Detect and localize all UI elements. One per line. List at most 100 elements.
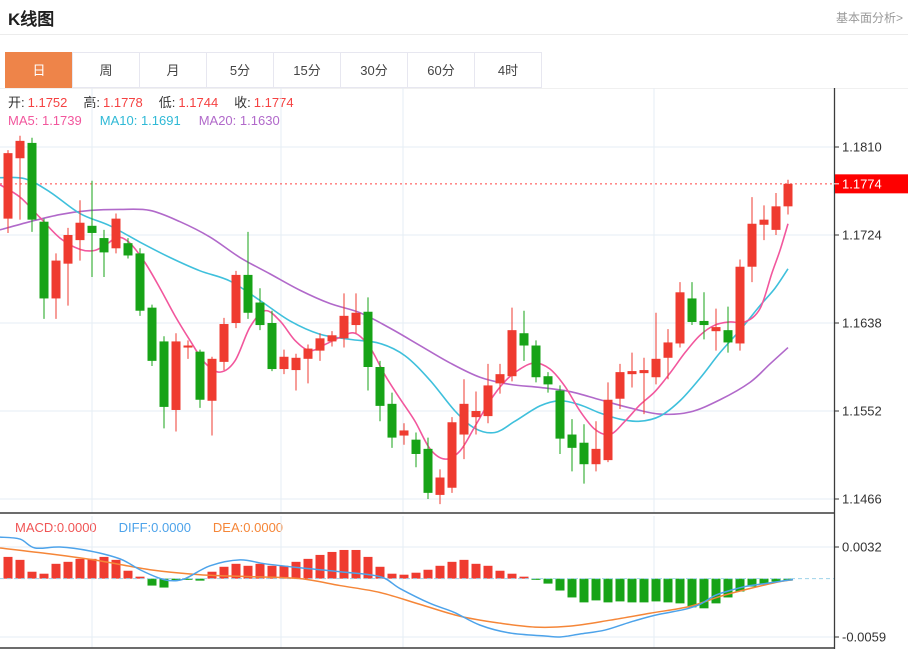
macd-bar bbox=[16, 560, 25, 579]
macd-bar bbox=[676, 579, 685, 604]
candle-body bbox=[748, 224, 757, 267]
candle-body bbox=[292, 358, 301, 370]
candle-body bbox=[328, 335, 337, 341]
candle-body bbox=[16, 141, 25, 158]
macd-bar bbox=[688, 579, 697, 608]
macd-bar bbox=[28, 572, 37, 579]
candle-body bbox=[412, 440, 421, 454]
candle-body bbox=[220, 324, 229, 362]
tab-15分[interactable]: 15分 bbox=[273, 52, 341, 88]
interval-tabs: 日周月5分15分30分60分4时 bbox=[5, 52, 542, 88]
macd-panel bbox=[0, 537, 834, 637]
macd-bar bbox=[100, 557, 109, 579]
candle-body bbox=[88, 226, 97, 233]
tab-月[interactable]: 月 bbox=[139, 52, 207, 88]
macd-bar bbox=[124, 571, 133, 579]
header-divider bbox=[0, 34, 908, 35]
tab-30分[interactable]: 30分 bbox=[340, 52, 408, 88]
tab-5分[interactable]: 5分 bbox=[206, 52, 274, 88]
candle-body bbox=[460, 404, 469, 435]
current-price-badge-label: 1.1774 bbox=[842, 176, 882, 191]
candle-body bbox=[784, 184, 793, 207]
macd-bar bbox=[628, 579, 637, 603]
macd-bar bbox=[580, 579, 589, 603]
macd-bar bbox=[616, 579, 625, 602]
candle-body bbox=[388, 404, 397, 438]
diff-line bbox=[0, 537, 793, 637]
candle-body bbox=[364, 312, 373, 367]
kline-chart[interactable]: 1.18101.17241.16381.15521.14660.0032-0.0… bbox=[0, 88, 908, 649]
candle-body bbox=[160, 341, 169, 406]
candle-body bbox=[604, 400, 613, 460]
candle-body bbox=[64, 235, 73, 264]
macd-bar bbox=[508, 574, 517, 579]
macd-bar bbox=[436, 566, 445, 579]
tab-日[interactable]: 日 bbox=[5, 52, 73, 88]
candle-body bbox=[448, 422, 457, 487]
macd-bar bbox=[340, 550, 349, 579]
candle-body bbox=[652, 359, 661, 377]
candle-body bbox=[316, 338, 325, 350]
macd-bar bbox=[412, 573, 421, 579]
macd-bar bbox=[604, 579, 613, 603]
candle-body bbox=[208, 359, 217, 401]
candle-body bbox=[112, 219, 121, 249]
candle-body bbox=[568, 435, 577, 448]
macd-bar bbox=[448, 562, 457, 579]
macd-bar bbox=[424, 570, 433, 579]
candle-body bbox=[400, 430, 409, 435]
macd-bar bbox=[292, 562, 301, 579]
candle-body bbox=[436, 478, 445, 495]
macd-bar bbox=[592, 579, 601, 601]
macd-bar bbox=[52, 564, 61, 579]
axis-tick-label: 1.1724 bbox=[842, 228, 882, 243]
macd-bar bbox=[664, 579, 673, 603]
tab-周[interactable]: 周 bbox=[72, 52, 140, 88]
candle-body bbox=[76, 223, 85, 240]
candle-body bbox=[376, 367, 385, 406]
candle-body bbox=[28, 143, 37, 220]
candle-body bbox=[268, 323, 277, 369]
candle-body bbox=[556, 391, 565, 439]
candle-body bbox=[580, 443, 589, 464]
candle-body bbox=[124, 243, 133, 255]
candle-body bbox=[256, 303, 265, 326]
axis-tick-label: 1.1638 bbox=[842, 316, 882, 331]
candle-body bbox=[676, 292, 685, 343]
macd-bar bbox=[652, 579, 661, 602]
candle-body bbox=[736, 267, 745, 344]
candle-body bbox=[280, 357, 289, 369]
axis-tick-label: 1.1466 bbox=[842, 492, 882, 507]
candle-body bbox=[304, 349, 313, 359]
candle-body bbox=[700, 321, 709, 325]
candle-body bbox=[724, 330, 733, 342]
tab-60分[interactable]: 60分 bbox=[407, 52, 475, 88]
candle-body bbox=[592, 449, 601, 464]
macd-bar bbox=[556, 579, 565, 591]
candle-body bbox=[772, 206, 781, 230]
macd-bar bbox=[640, 579, 649, 603]
candle-body bbox=[496, 374, 505, 383]
candle-body bbox=[544, 376, 553, 384]
axis-tick-label: 1.1810 bbox=[842, 140, 882, 155]
candle-body bbox=[508, 330, 517, 376]
macd-bar bbox=[280, 566, 289, 579]
axis-tick-label: 1.1552 bbox=[842, 404, 882, 419]
tab-4时[interactable]: 4时 bbox=[474, 52, 542, 88]
macd-bar bbox=[352, 550, 361, 579]
candle-body bbox=[520, 333, 529, 345]
candle-body bbox=[640, 370, 649, 373]
candle-body bbox=[52, 261, 61, 299]
candle-body bbox=[532, 346, 541, 378]
fundamental-analysis-link[interactable]: 基本面分析> bbox=[836, 9, 903, 26]
macd-bar bbox=[220, 567, 229, 579]
candle-body bbox=[196, 352, 205, 400]
macd-bar bbox=[148, 579, 157, 586]
macd-bar bbox=[712, 579, 721, 604]
candle-body bbox=[40, 222, 49, 299]
candle-body bbox=[172, 341, 181, 410]
candle-body bbox=[484, 385, 493, 416]
macd-bar bbox=[496, 571, 505, 579]
candle-body bbox=[184, 346, 193, 348]
macd-bar bbox=[388, 574, 397, 579]
